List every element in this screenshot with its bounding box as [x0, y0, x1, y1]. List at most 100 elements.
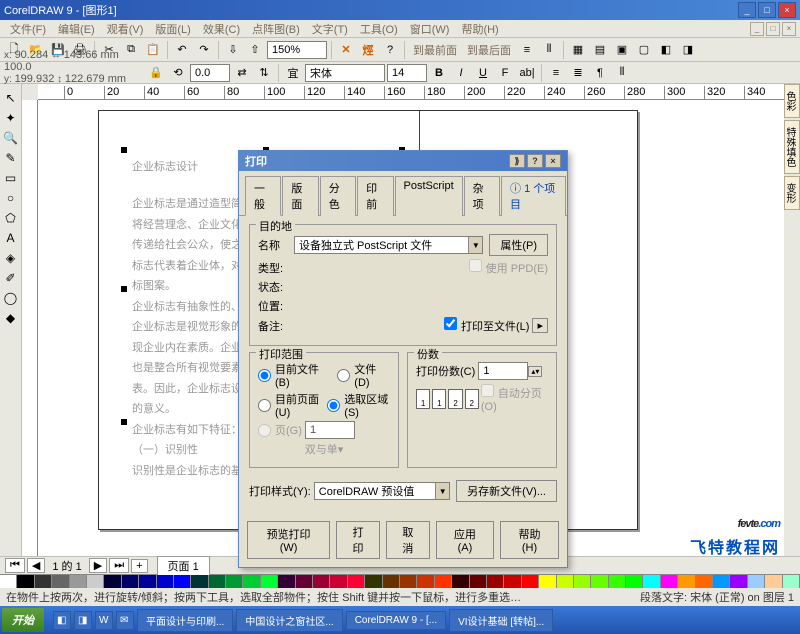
copies-input[interactable]	[478, 362, 528, 380]
color-swatch[interactable]	[104, 575, 121, 588]
color-swatch[interactable]	[157, 575, 174, 588]
documents-radio[interactable]	[337, 369, 350, 382]
help-button[interactable]: 帮助(H)	[500, 521, 559, 559]
quicklaunch-icon[interactable]: ◨	[74, 611, 92, 630]
fill-tool-icon[interactable]: ◆	[0, 308, 21, 328]
color-swatch[interactable]	[348, 575, 365, 588]
menu-text[interactable]: 文字(T)	[306, 21, 354, 37]
start-button[interactable]: 开始	[2, 608, 44, 632]
file-browse-icon[interactable]: ▸	[532, 318, 548, 333]
mdi-close[interactable]: ×	[782, 22, 796, 36]
color-swatch[interactable]	[400, 575, 417, 588]
color-swatch[interactable]	[504, 575, 521, 588]
spinner-icon[interactable]: ▴▾	[528, 366, 542, 377]
color-swatch[interactable]	[191, 575, 208, 588]
menu-layout[interactable]: 版面(L)	[149, 21, 196, 37]
color-swatch[interactable]	[139, 575, 156, 588]
to-back-label[interactable]: 到最后面	[463, 42, 515, 58]
underline-icon[interactable]: U	[473, 63, 493, 83]
rectangle-tool-icon[interactable]: ▭	[0, 168, 21, 188]
color-swatch[interactable]	[435, 575, 452, 588]
tab-separations[interactable]: 分色	[320, 176, 356, 216]
task-button[interactable]: 平面设计与印刷...	[137, 609, 233, 632]
color-swatch[interactable]	[661, 575, 678, 588]
color-swatch[interactable]	[122, 575, 139, 588]
menu-window[interactable]: 窗口(W)	[404, 21, 456, 37]
quicklaunch-icon[interactable]: ◧	[53, 611, 71, 630]
combine-icon[interactable]: ▣	[612, 40, 632, 60]
print-style-combo[interactable]: CorelDRAW 预设值 ▼	[314, 482, 450, 500]
color-swatch[interactable]	[226, 575, 243, 588]
tab-info[interactable]: ⓘ 1 个项目	[501, 176, 566, 216]
first-page-icon[interactable]: ⏮	[5, 558, 25, 573]
color-swatch[interactable]	[365, 575, 382, 588]
format-icon[interactable]: F	[495, 63, 515, 83]
shape-tool-icon[interactable]: ✦	[0, 108, 21, 128]
align-center-icon[interactable]: ≣	[568, 63, 588, 83]
minimize-button[interactable]: _	[738, 2, 756, 18]
break-icon[interactable]: ▢	[634, 40, 654, 60]
import-icon[interactable]: ⇩	[223, 40, 243, 60]
tab-misc[interactable]: 杂项	[464, 176, 500, 216]
color-swatch[interactable]	[296, 575, 313, 588]
task-button[interactable]: 中国设计之窗社区...	[236, 609, 342, 632]
align-icon[interactable]: ≡	[517, 40, 537, 60]
tab-layout[interactable]: 版面	[282, 176, 318, 216]
zoom-tool-icon[interactable]: 🔍	[0, 128, 21, 148]
bold-icon[interactable]: B	[429, 63, 449, 83]
text-flow-icon[interactable]: ⫴	[612, 63, 632, 83]
rotation-input[interactable]: 0.0	[190, 64, 230, 82]
print-button[interactable]: 打印	[336, 521, 380, 559]
color-swatch[interactable]	[35, 575, 52, 588]
group-icon[interactable]: ▦	[568, 40, 588, 60]
outline-tool-icon[interactable]: ◯	[0, 288, 21, 308]
align-left-icon[interactable]: ≡	[546, 63, 566, 83]
pick-tool-icon[interactable]: ↖	[0, 88, 21, 108]
freehand-tool-icon[interactable]: ✎	[0, 148, 21, 168]
current-page-radio[interactable]	[258, 399, 271, 412]
dialog-titlebar[interactable]: 打印 ⟫ ? ×	[239, 151, 567, 171]
color-swatch[interactable]	[313, 575, 330, 588]
color-swatch[interactable]	[243, 575, 260, 588]
preview-button[interactable]: 预览打印(W)	[247, 521, 330, 559]
color-swatch[interactable]	[678, 575, 695, 588]
rotate-icon[interactable]: ⟲	[168, 63, 188, 83]
page-tab[interactable]: 页面 1	[157, 556, 210, 576]
tab-prepress[interactable]: 印前	[357, 176, 393, 216]
color-swatch[interactable]	[591, 575, 608, 588]
color-swatch[interactable]	[87, 575, 104, 588]
color-swatch[interactable]	[17, 575, 34, 588]
fontsize-combo[interactable]: 14	[387, 64, 427, 82]
color-swatch[interactable]	[52, 575, 69, 588]
last-page-icon[interactable]: ⏭	[109, 558, 129, 573]
ruler-horizontal[interactable]: 0 20 40 60 80 100 120 140 160 180 200 22…	[38, 84, 784, 100]
color-swatch[interactable]	[626, 575, 643, 588]
weld-icon[interactable]: ◨	[678, 40, 698, 60]
printer-name-combo[interactable]: 设备独立式 PostScript 文件 ▼	[294, 236, 483, 254]
color-swatch[interactable]	[783, 575, 800, 588]
color-swatch[interactable]	[522, 575, 539, 588]
current-doc-radio[interactable]	[258, 369, 271, 382]
menu-view[interactable]: 观看(V)	[101, 21, 150, 37]
color-swatch[interactable]	[557, 575, 574, 588]
menu-help[interactable]: 帮助(H)	[455, 21, 504, 37]
to-front-label[interactable]: 到最前面	[409, 42, 461, 58]
menu-edit[interactable]: 编辑(E)	[52, 21, 101, 37]
color-docker-tab[interactable]: 色彩	[784, 84, 800, 118]
task-button[interactable]: CorelDRAW 9 - [...	[346, 611, 446, 630]
color-swatch[interactable]	[713, 575, 730, 588]
color-swatch[interactable]	[748, 575, 765, 588]
add-page-icon[interactable]: +	[131, 559, 147, 573]
eyedropper-tool-icon[interactable]: ✐	[0, 268, 21, 288]
ruler-vertical[interactable]	[22, 100, 38, 556]
color-swatch[interactable]	[765, 575, 782, 588]
export-icon[interactable]: ⇧	[245, 40, 265, 60]
tab-postscript[interactable]: PostScript	[395, 176, 463, 216]
paste-icon[interactable]: 📋	[143, 40, 163, 60]
transform-docker-tab[interactable]: 变形	[784, 176, 800, 210]
ellipse-tool-icon[interactable]: ○	[0, 188, 21, 208]
polygon-tool-icon[interactable]: ⬠	[0, 208, 21, 228]
color-swatch[interactable]	[209, 575, 226, 588]
lock-ratio-icon[interactable]: 🔒	[146, 63, 166, 83]
distribute-icon[interactable]: ⫴	[539, 40, 559, 60]
